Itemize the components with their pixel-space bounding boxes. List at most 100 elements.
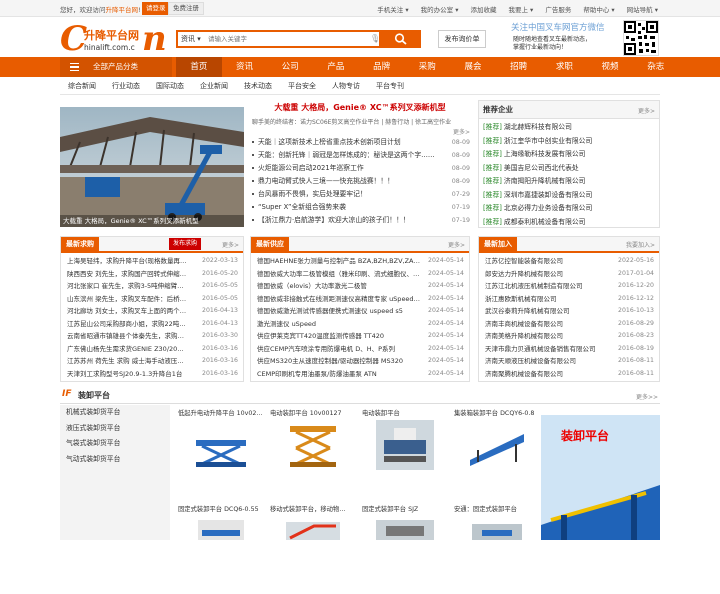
search-input[interactable]	[208, 33, 358, 45]
list-item[interactable]: 济南聚腾机械设备有限公司 2016-08-11	[482, 368, 656, 381]
list-item[interactable]: 济南天顺液压机械设备有限公司 2016-08-11	[482, 355, 656, 368]
list-item[interactable]: 济南美格升降机械有限公司 2016-08-23	[482, 330, 656, 343]
list-item[interactable]: 德国依威激光测试传感器便携式测速仪 uspeed s5 2024-05-14	[254, 305, 466, 318]
list-item[interactable]: 德国依威大功率二极管模组（雅米印刷、流式细胞仪、… 2024-05-14	[254, 268, 466, 281]
list-item[interactable]: [推荐] 北京必得力业务设备有限公司	[483, 202, 655, 216]
list-item[interactable]: [推荐] 湖北赫辉科技有限公司	[483, 121, 655, 135]
top-link-sitemap[interactable]: 网站导航 ▾	[627, 4, 658, 14]
list-item[interactable]: [推荐] 浙江奎华市中创实业有限公司	[483, 135, 655, 149]
nav-home[interactable]: 首页	[176, 57, 222, 77]
list-item[interactable]: 火炬能源公司启动2021年巡察工作 08-09	[252, 162, 472, 175]
top-link-ads[interactable]: 广告服务	[545, 4, 571, 14]
list-item[interactable]: 陕西西安 刘先生，求购国产回转式伸缩… 2016-05-20	[64, 268, 240, 281]
list-item[interactable]: [推荐] 上海缘勒科技发展有限公司	[483, 148, 655, 162]
list-item[interactable]: 江苏昆山公司采购部商小姐，求购22吨… 2016-04-13	[64, 318, 240, 331]
list-item[interactable]: [推荐] 深圳市嘉捷装卸设备有限公司	[483, 189, 655, 203]
subnav-interview[interactable]: 人物专访	[324, 77, 368, 94]
headline-title[interactable]: 大载重 大格局，Genie® XC™系列叉添新机型	[248, 100, 472, 116]
nav-video[interactable]: 视频	[587, 57, 633, 77]
publish-inquiry-button[interactable]: 发布询价单	[438, 30, 486, 48]
list-item[interactable]: 上海吴轻纬，求购升降平台(现格数量再… 2022-03-13	[64, 255, 240, 268]
site-name-link[interactable]: 升降平台网	[106, 6, 139, 14]
register-button[interactable]: 免费注册	[168, 2, 204, 15]
login-button[interactable]: 请登录	[142, 2, 170, 15]
top-link-publish[interactable]: 我要上 ▾	[508, 4, 533, 14]
top-link-office[interactable]: 我的办公室 ▾	[421, 4, 459, 14]
list-item[interactable]: 郎安达力升降机械有限公司 2017-01-04	[482, 268, 656, 281]
product-card[interactable]: 低起升电动升降平台 10v02…	[178, 408, 263, 498]
list-item[interactable]: 德国依威（elovis）大功率激光二极管 2024-05-14	[254, 280, 466, 293]
list-item[interactable]: CEMP印刷机专用油墨泵/防爆油墨泵 ATN 2024-05-14	[254, 368, 466, 381]
list-item[interactable]: “Super X”全新组合强势来袭 07-19	[252, 201, 472, 214]
product-card[interactable]: 电动装卸平台 10v00127	[270, 408, 355, 498]
site-logo[interactable]: C 升降平台网 hinalift.com.c n	[60, 19, 167, 59]
subnav-special[interactable]: 平台专刊	[368, 77, 412, 94]
list-item[interactable]: 武汉谷泰莉升降机械有限公司 2016-10-13	[482, 305, 656, 318]
list-item[interactable]: [推荐] 济南揭阳升降机械有限公司	[483, 175, 655, 189]
list-item[interactable]: 天津市鼎力贝通机械设备销售有限公司 2016-08-19	[482, 343, 656, 356]
list-item[interactable]: [推荐] 美国吉尼公司西北代表处	[483, 162, 655, 176]
list-item[interactable]: 供应伊莱克宾TT420温度监测传感器 TT420 2024-05-14	[254, 330, 466, 343]
product-card[interactable]: 固定式装卸平台 SJZ	[362, 504, 447, 594]
product-card[interactable]: 固定式装卸平台 DCQ6-0.55	[178, 504, 263, 594]
list-item[interactable]: 天能：创新托锋｜弱冠是怎样炼成的：秘诀是这两个字…… 08-09	[252, 149, 472, 162]
subnav-enterprise[interactable]: 企业新闻	[192, 77, 236, 94]
top-link-mobile[interactable]: 手机关注 ▾	[377, 4, 408, 14]
subnav-general[interactable]: 综合新闻	[60, 77, 104, 94]
nav-news[interactable]: 资讯	[222, 57, 268, 77]
list-item[interactable]: 广东佛山杨先生需求货GENIE Z30/20… 2016-03-16	[64, 343, 240, 356]
recommended-more-link[interactable]: 更多>	[638, 106, 655, 115]
all-categories-button[interactable]: 全部产品分类	[60, 57, 172, 77]
nav-purchase[interactable]: 采购	[404, 57, 450, 77]
headline-more-link[interactable]: 更多>	[453, 127, 470, 136]
list-item[interactable]: 德国HAEHNE张力测量与控制产品 BZA,BZH,BZV,ZA… 2024-05…	[254, 255, 466, 268]
nav-brands[interactable]: 品牌	[359, 57, 405, 77]
search-button[interactable]	[381, 30, 421, 48]
list-item[interactable]: 鼎力电动臂式快人三境——快充挑战赛！！！ 08-09	[252, 175, 472, 188]
list-item[interactable]: 云南省昭通市镇雄县个体秦先生，求购… 2016-03-30	[64, 330, 240, 343]
list-item[interactable]: 【浙江鼎力·启航游学】欢迎大凉山的孩子们！！！ 07-19	[252, 214, 472, 227]
loading-platform-banner[interactable]: 装卸平台	[541, 415, 660, 540]
join-link[interactable]: 我要加入>	[626, 240, 655, 249]
top-link-favorite[interactable]: 添加收藏	[470, 4, 496, 14]
nav-company[interactable]: 公司	[267, 57, 313, 77]
list-item[interactable]: 江苏江北机液压机械制造有限公司 2016-12-20	[482, 280, 656, 293]
search-category-select[interactable]: 资讯 ▾	[181, 34, 201, 44]
product-card[interactable]: 移动式装卸平台，移动物…	[270, 504, 355, 594]
product-card[interactable]: 电动装卸平台	[362, 408, 447, 498]
list-item[interactable]: 供应MS320主从速度控制器/驱动器控制器 MS320 2024-05-14	[254, 355, 466, 368]
publish-buy-button[interactable]: 发布求购	[169, 238, 202, 250]
list-item[interactable]: 济南丰商机械设备有限公司 2016-08-29	[482, 318, 656, 331]
list-item[interactable]: 德国依威非接触式在线测距测速仪高精度专家 uSpeed… 2024-05-14	[254, 293, 466, 306]
section-more-link[interactable]: 更多>>	[636, 392, 658, 401]
microphone-icon[interactable]: 🎙	[370, 34, 380, 43]
nav-exhibition[interactable]: 展会	[450, 57, 496, 77]
top-link-help[interactable]: 帮助中心 ▾	[583, 4, 614, 14]
nav-products[interactable]: 产品	[313, 57, 359, 77]
product-card[interactable]: 集装箱装卸平台 DCQY6-0.8	[454, 408, 539, 498]
nav-recruit[interactable]: 招聘	[496, 57, 542, 77]
list-item[interactable]: 台风暴雨不畏惧，实后处理要牢记！ 07-29	[252, 188, 472, 201]
list-item[interactable]: 河北张家口 崔先生，求购3-5吨伸缩臂… 2016-05-05	[64, 280, 240, 293]
list-item[interactable]: 天能｜这项新技术上榜省重点技术创新项目计划 08-09	[252, 136, 472, 149]
side-menu-item[interactable]: 气动式装卸货平台	[60, 452, 170, 468]
list-item[interactable]: 天津刘工求购型号SJ20.9-1.3升降台1台 2016-03-16	[64, 368, 240, 381]
latest-buy-more-link[interactable]: 更多>	[222, 240, 239, 249]
subnav-international[interactable]: 国际动态	[148, 77, 192, 94]
subnav-safety[interactable]: 平台安全	[280, 77, 324, 94]
subnav-tech[interactable]: 技术动态	[236, 77, 280, 94]
list-item[interactable]: 供应CEMP汽车喷涂专用防爆电机 D、H、P系列 2024-05-14	[254, 343, 466, 356]
list-item[interactable]: 山东滨州 梁先生，求购叉车配件：后桥… 2016-05-05	[64, 293, 240, 306]
nav-magazine[interactable]: 杂志	[633, 57, 679, 77]
list-item[interactable]: 浙江惠欧斯机械有限公司 2016-12-12	[482, 293, 656, 306]
list-item[interactable]: [推荐] 成都泰利机械设备有限公司	[483, 216, 655, 230]
list-item[interactable]: 江苏亿控智能装备有限公司 2022-05-16	[482, 255, 656, 268]
nav-jobseek[interactable]: 求职	[542, 57, 588, 77]
latest-supply-more-link[interactable]: 更多>	[448, 240, 465, 249]
side-menu-item[interactable]: 液压式装卸货平台	[60, 421, 170, 437]
product-card[interactable]: 安通：固定式装卸平台	[454, 504, 539, 594]
feature-image[interactable]: 大载重 大格局，Genie® XC™系列叉添新机型	[60, 107, 244, 227]
list-item[interactable]: 激光测速仪 uSpeed 2024-05-14	[254, 318, 466, 331]
side-menu-item[interactable]: 机械式装卸货平台	[60, 405, 170, 421]
subnav-industry[interactable]: 行业动态	[104, 77, 148, 94]
